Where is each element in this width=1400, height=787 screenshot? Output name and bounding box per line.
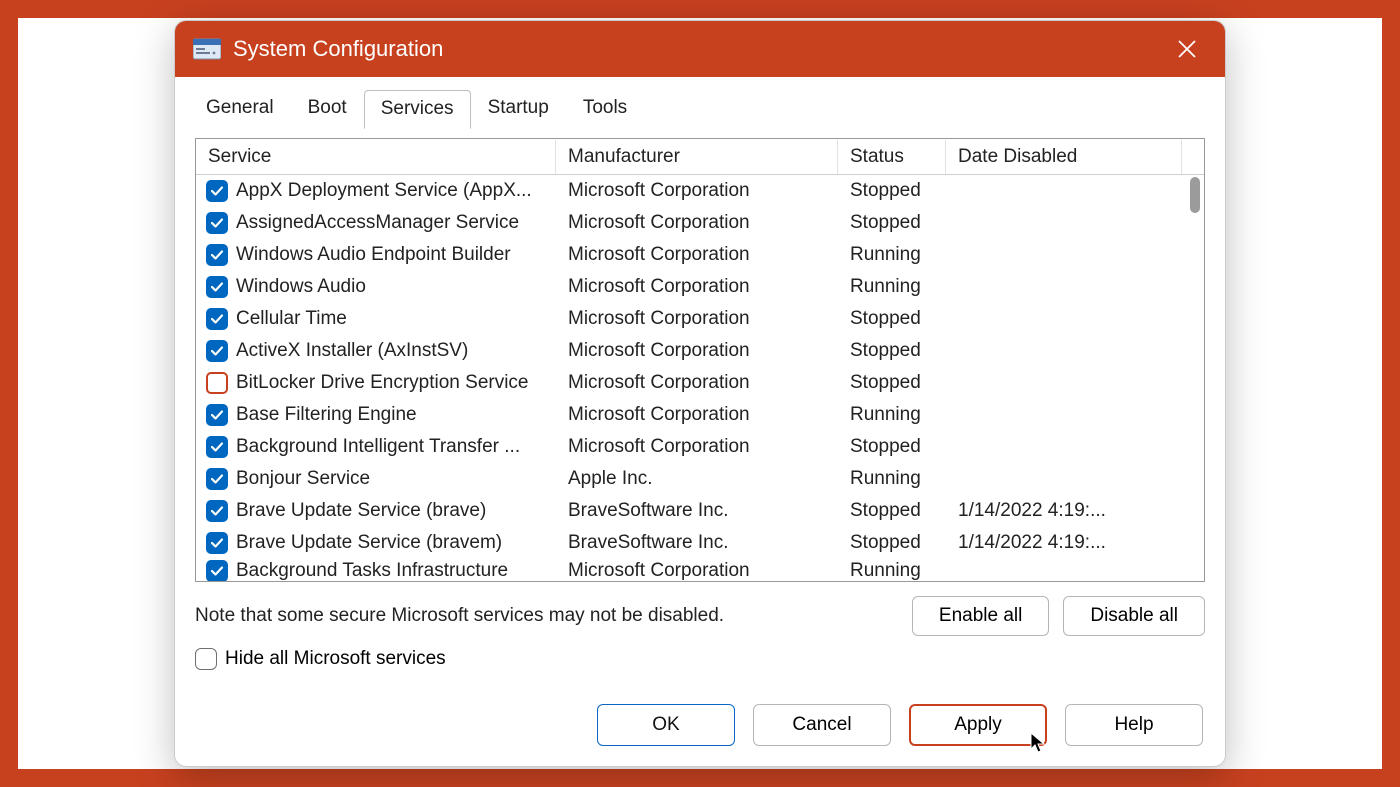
service-status: Stopped [838, 212, 946, 234]
service-manufacturer: Microsoft Corporation [556, 436, 838, 458]
service-checkbox[interactable] [206, 180, 228, 202]
service-manufacturer: Microsoft Corporation [556, 308, 838, 330]
service-checkbox[interactable] [206, 404, 228, 426]
tab-services[interactable]: Services [364, 90, 471, 129]
service-status: Running [838, 468, 946, 490]
service-name: Bonjour Service [236, 468, 370, 490]
service-checkbox[interactable] [206, 212, 228, 234]
service-name: ActiveX Installer (AxInstSV) [236, 340, 468, 362]
col-status[interactable]: Status [838, 140, 946, 174]
service-date-disabled: 1/14/2022 4:19:... [946, 532, 1182, 554]
service-status: Stopped [838, 436, 946, 458]
service-name: Brave Update Service (bravem) [236, 532, 502, 554]
service-status: Stopped [838, 308, 946, 330]
hide-microsoft-checkbox[interactable] [195, 648, 217, 670]
table-row[interactable]: Background Intelligent Transfer ... Micro… [196, 431, 1204, 463]
window-title: System Configuration [233, 36, 1167, 62]
table-row[interactable]: Windows Audio Endpoint Builder Microsoft … [196, 239, 1204, 271]
col-date-disabled[interactable]: Date Disabled [946, 140, 1182, 174]
service-name: AppX Deployment Service (AppX... [236, 180, 532, 202]
service-status: Stopped [838, 180, 946, 202]
note-text: Note that some secure Microsoft services… [195, 605, 724, 627]
service-status: Running [838, 276, 946, 298]
service-status: Stopped [838, 340, 946, 362]
service-manufacturer: BraveSoftware Inc. [556, 532, 838, 554]
system-configuration-window: System Configuration GeneralBootServices… [174, 20, 1226, 767]
hide-microsoft-label: Hide all Microsoft services [225, 648, 446, 670]
scrollbar-thumb[interactable] [1190, 177, 1200, 213]
service-checkbox[interactable] [206, 372, 228, 394]
service-name: Background Intelligent Transfer ... [236, 436, 520, 458]
apply-button[interactable]: Apply [909, 704, 1047, 746]
service-checkbox[interactable] [206, 308, 228, 330]
service-checkbox[interactable] [206, 340, 228, 362]
close-icon [1177, 39, 1197, 59]
scrollbar[interactable] [1188, 177, 1202, 577]
table-row[interactable]: AssignedAccessManager Service Microsoft C… [196, 207, 1204, 239]
service-manufacturer: Microsoft Corporation [556, 244, 838, 266]
ok-button[interactable]: OK [597, 704, 735, 746]
service-checkbox[interactable] [206, 276, 228, 298]
table-row[interactable]: Bonjour Service Apple Inc.Running [196, 463, 1204, 495]
services-list: Service Manufacturer Status Date Disable… [195, 138, 1205, 582]
col-service[interactable]: Service [196, 140, 556, 174]
table-row[interactable]: ActiveX Installer (AxInstSV) Microsoft Co… [196, 335, 1204, 367]
service-checkbox[interactable] [206, 244, 228, 266]
service-name: BitLocker Drive Encryption Service [236, 372, 529, 394]
titlebar: System Configuration [175, 21, 1225, 77]
service-manufacturer: Microsoft Corporation [556, 212, 838, 234]
service-manufacturer: BraveSoftware Inc. [556, 500, 838, 522]
table-row[interactable]: BitLocker Drive Encryption Service Micros… [196, 367, 1204, 399]
service-checkbox[interactable] [206, 500, 228, 522]
close-button[interactable] [1167, 29, 1207, 69]
service-manufacturer: Microsoft Corporation [556, 180, 838, 202]
service-manufacturer: Microsoft Corporation [556, 404, 838, 426]
help-button[interactable]: Help [1065, 704, 1203, 746]
tab-startup[interactable]: Startup [471, 89, 566, 128]
service-name: Windows Audio Endpoint Builder [236, 244, 511, 266]
service-manufacturer: Microsoft Corporation [556, 560, 838, 581]
service-manufacturer: Microsoft Corporation [556, 276, 838, 298]
tab-tools[interactable]: Tools [566, 89, 644, 128]
service-name: Brave Update Service (brave) [236, 500, 486, 522]
tab-general[interactable]: General [189, 89, 291, 128]
table-row[interactable]: Background Tasks Infrastructure Microsoft… [196, 559, 1204, 581]
table-row[interactable]: Cellular Time Microsoft CorporationStoppe… [196, 303, 1204, 335]
service-checkbox[interactable] [206, 560, 228, 581]
msconfig-icon [193, 37, 221, 61]
table-row[interactable]: Brave Update Service (brave) BraveSoftwar… [196, 495, 1204, 527]
service-name: Windows Audio [236, 276, 366, 298]
table-row[interactable]: AppX Deployment Service (AppX... Microsof… [196, 175, 1204, 207]
table-row[interactable]: Base Filtering Engine Microsoft Corporati… [196, 399, 1204, 431]
cancel-button[interactable]: Cancel [753, 704, 891, 746]
tab-boot[interactable]: Boot [291, 89, 364, 128]
service-status: Stopped [838, 532, 946, 554]
service-manufacturer: Microsoft Corporation [556, 340, 838, 362]
table-row[interactable]: Windows Audio Microsoft CorporationRunnin… [196, 271, 1204, 303]
service-name: AssignedAccessManager Service [236, 212, 519, 234]
service-status: Running [838, 244, 946, 266]
tab-bar: GeneralBootServicesStartupTools [175, 77, 1225, 128]
service-name: Base Filtering Engine [236, 404, 417, 426]
service-name: Background Tasks Infrastructure [236, 560, 508, 581]
list-header: Service Manufacturer Status Date Disable… [196, 139, 1204, 175]
service-checkbox[interactable] [206, 532, 228, 554]
table-row[interactable]: Brave Update Service (bravem) BraveSoftwa… [196, 527, 1204, 559]
enable-all-button[interactable]: Enable all [912, 596, 1049, 636]
service-checkbox[interactable] [206, 468, 228, 490]
service-manufacturer: Apple Inc. [556, 468, 838, 490]
service-status: Stopped [838, 372, 946, 394]
service-status: Running [838, 560, 946, 581]
service-manufacturer: Microsoft Corporation [556, 372, 838, 394]
dialog-footer: OK Cancel Apply Help [175, 686, 1225, 766]
service-status: Running [838, 404, 946, 426]
col-manufacturer[interactable]: Manufacturer [556, 140, 838, 174]
disable-all-button[interactable]: Disable all [1063, 596, 1205, 636]
service-status: Stopped [838, 500, 946, 522]
service-checkbox[interactable] [206, 436, 228, 458]
service-name: Cellular Time [236, 308, 347, 330]
service-date-disabled: 1/14/2022 4:19:... [946, 500, 1182, 522]
